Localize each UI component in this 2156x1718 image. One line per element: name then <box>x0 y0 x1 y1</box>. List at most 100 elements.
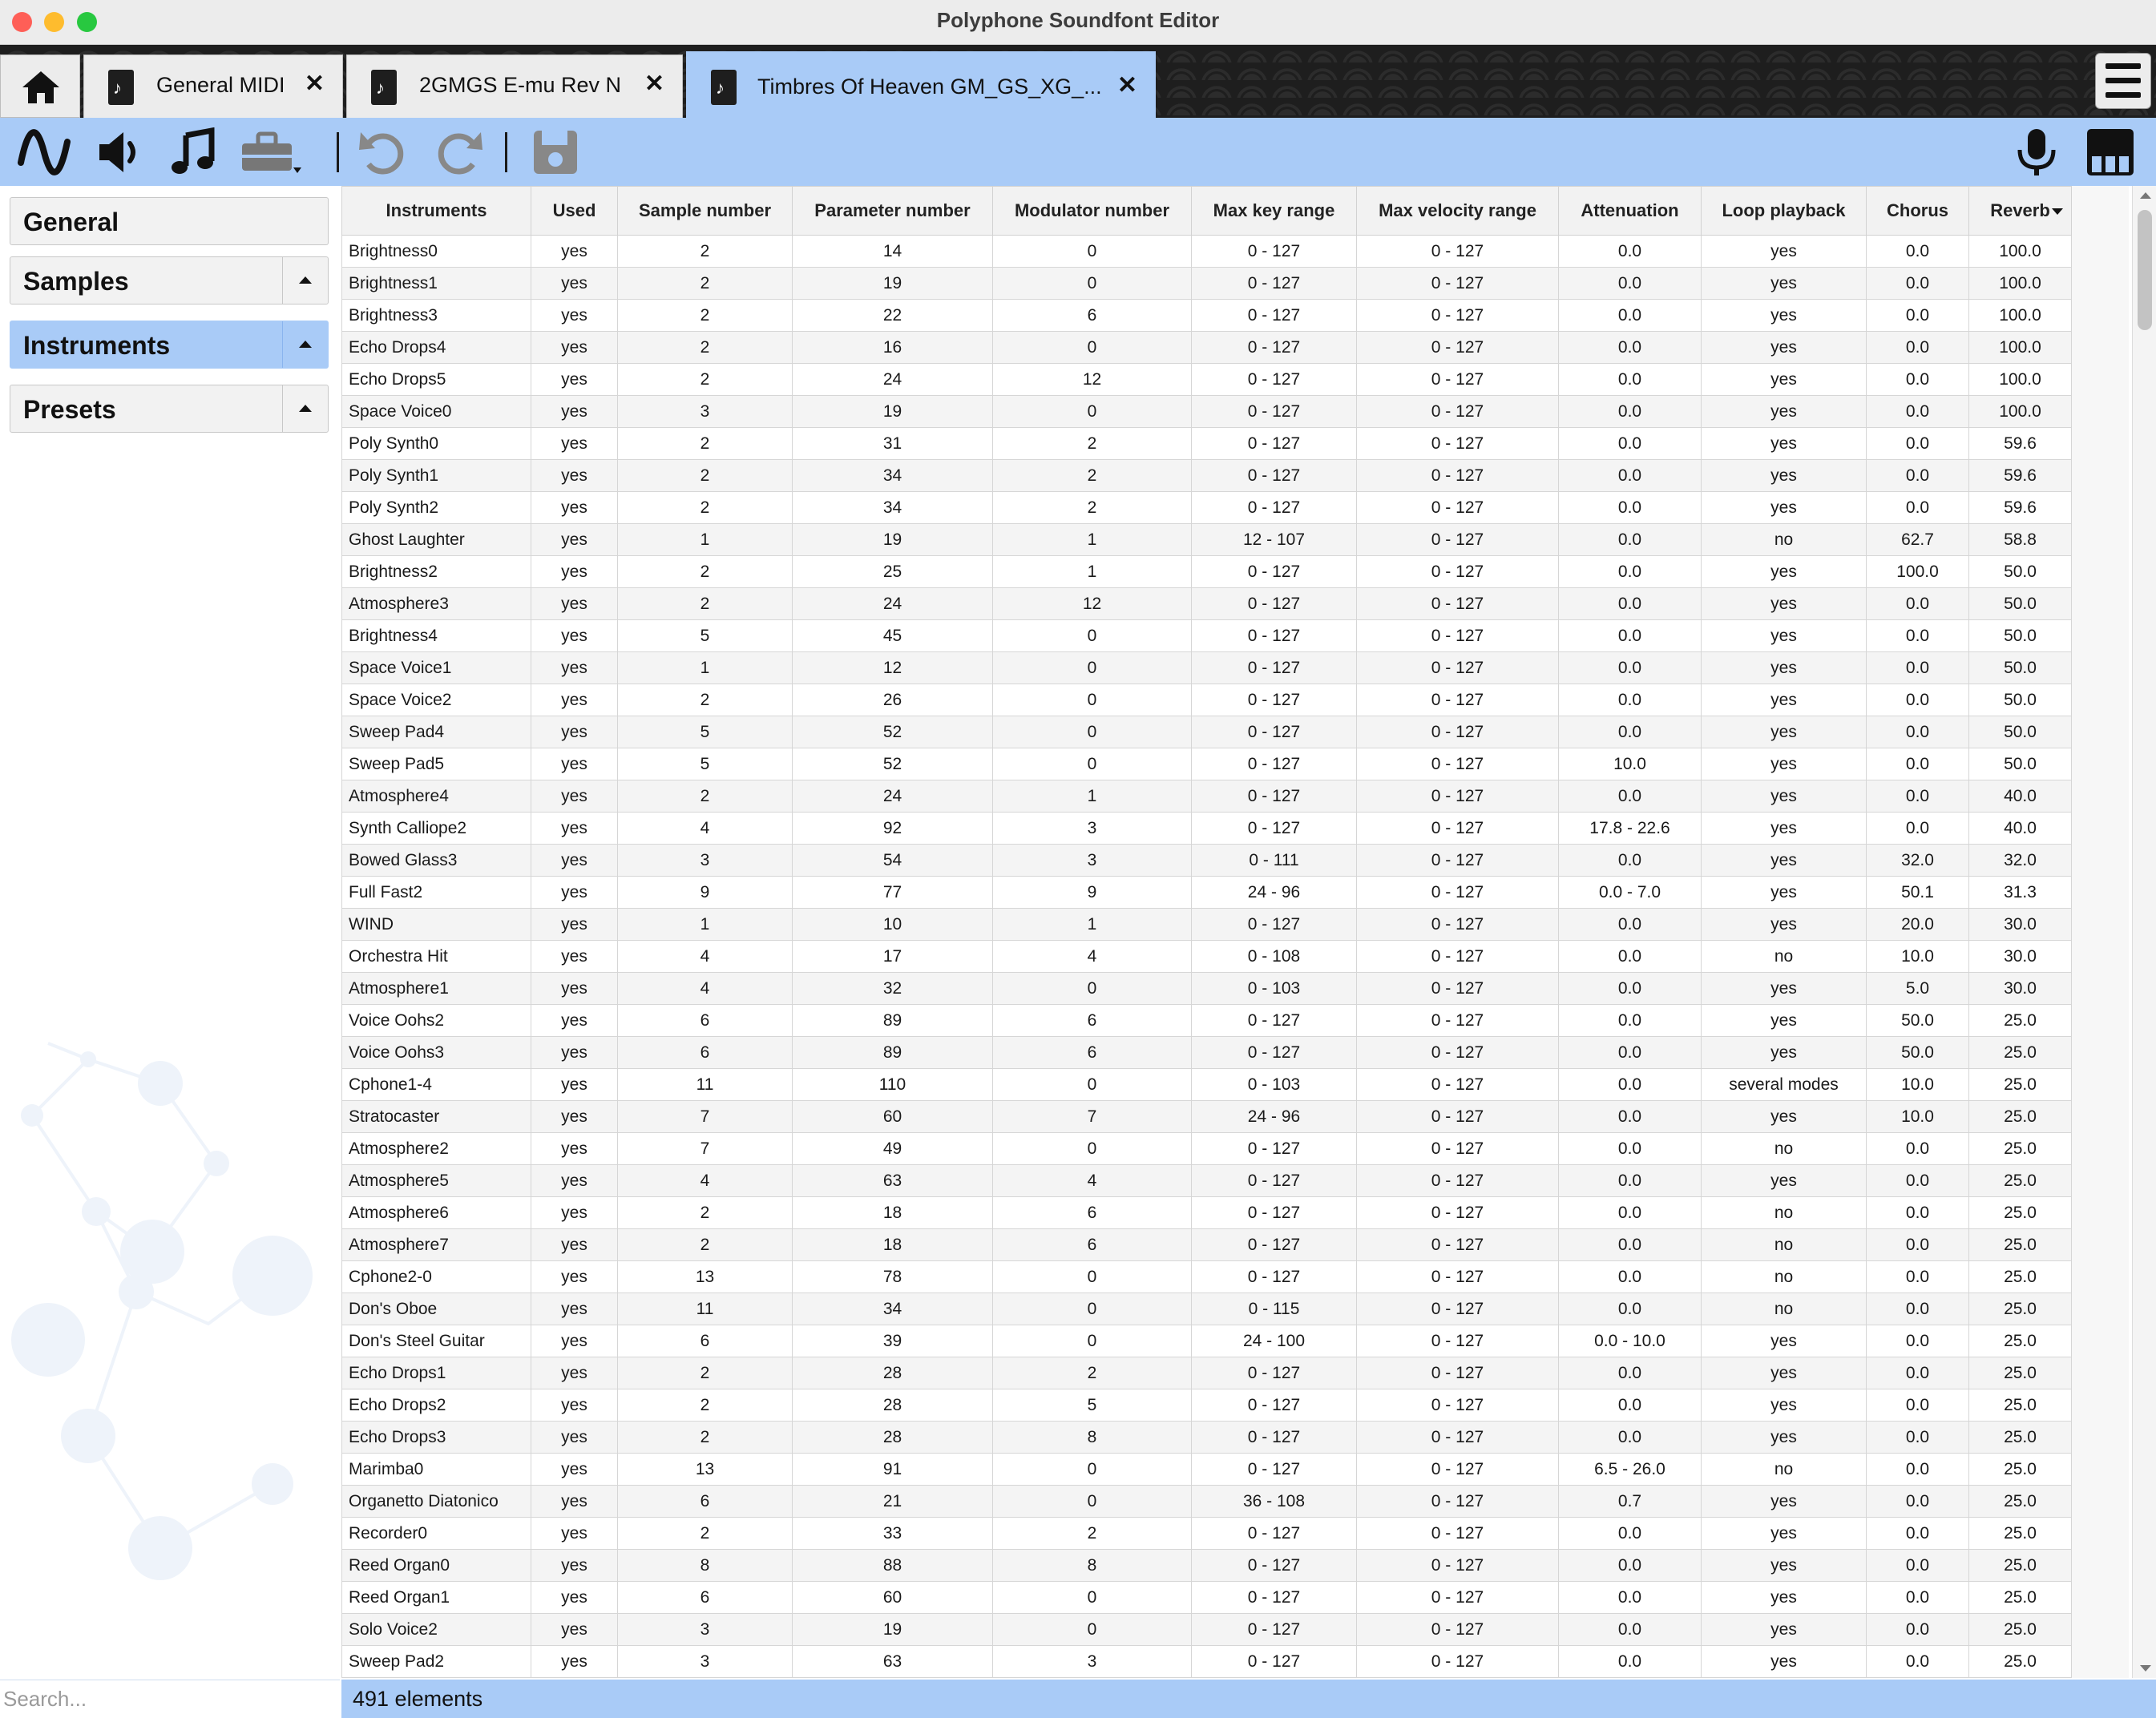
table-cell[interactable]: yes <box>531 1485 618 1518</box>
table-row[interactable]: Brightness1 yes 2 19 0 0 - 127 0 - 127 0.0 yes 0.… <box>341 267 2072 300</box>
table-cell[interactable]: 2 <box>617 587 793 620</box>
table-cell[interactable]: 0.0 <box>1558 780 1702 813</box>
table-cell[interactable]: yes <box>531 1164 618 1197</box>
table-cell[interactable]: 5 <box>617 748 793 780</box>
table-cell[interactable]: 2 <box>992 459 1192 492</box>
table-cell[interactable]: 0 - 127 <box>1356 1228 1559 1261</box>
table-cell[interactable]: yes <box>1701 331 1867 364</box>
table-cell[interactable]: 0 <box>992 1068 1192 1101</box>
table-cell[interactable]: several modes <box>1701 1068 1867 1101</box>
table-cell[interactable]: 31 <box>792 427 993 460</box>
table-cell[interactable]: 4 <box>617 940 793 973</box>
table-cell[interactable]: yes <box>531 1325 618 1357</box>
table-cell[interactable]: 40.0 <box>1968 780 2072 813</box>
instrument-name-cell[interactable]: Stratocaster <box>341 1100 531 1133</box>
table-cell[interactable]: 0.0 <box>1558 1645 1702 1678</box>
table-cell[interactable]: 31.3 <box>1968 876 2072 909</box>
table-cell[interactable]: 0 <box>992 331 1192 364</box>
table-cell[interactable]: yes <box>1701 363 1867 396</box>
table-cell[interactable]: yes <box>531 587 618 620</box>
table-cell[interactable]: 0 <box>992 972 1192 1005</box>
table-cell[interactable]: 0 <box>992 1132 1192 1165</box>
table-cell[interactable]: 0 <box>992 1613 1192 1646</box>
table-cell[interactable]: 0.0 <box>1558 587 1702 620</box>
table-cell[interactable]: yes <box>531 844 618 877</box>
table-cell[interactable]: 0.0 <box>1558 1357 1702 1389</box>
table-cell[interactable]: 0 <box>992 1485 1192 1518</box>
table-cell[interactable]: 4 <box>617 972 793 1005</box>
table-cell[interactable]: yes <box>1701 1581 1867 1614</box>
instrument-name-cell[interactable]: Echo Drops1 <box>341 1357 531 1389</box>
table-cell[interactable]: yes <box>531 1260 618 1293</box>
table-cell[interactable]: yes <box>531 1100 618 1133</box>
table-cell[interactable]: 0 - 127 <box>1191 363 1357 396</box>
table-cell[interactable]: 1 <box>992 780 1192 813</box>
table-cell[interactable]: 0.7 <box>1558 1485 1702 1518</box>
instrument-name-cell[interactable]: Atmosphere4 <box>341 780 531 813</box>
table-cell[interactable]: 24 <box>792 587 993 620</box>
table-cell[interactable]: 0 - 127 <box>1356 1260 1559 1293</box>
table-cell[interactable]: 39 <box>792 1325 993 1357</box>
table-cell[interactable]: 0.0 <box>1558 1293 1702 1325</box>
table-cell[interactable]: 0.0 <box>1866 684 1969 716</box>
table-cell[interactable]: 0 - 127 <box>1191 555 1357 588</box>
table-cell[interactable]: 24 - 96 <box>1191 876 1357 909</box>
table-cell[interactable]: 100.0 <box>1968 395 2072 428</box>
table-cell[interactable]: 0 <box>992 267 1192 300</box>
table-cell[interactable]: 0.0 <box>1558 523 1702 556</box>
table-cell[interactable]: yes <box>531 299 618 332</box>
collapse-arrow-icon[interactable] <box>282 385 328 432</box>
table-cell[interactable]: 1 <box>617 651 793 684</box>
table-cell[interactable]: 3 <box>992 844 1192 877</box>
table-cell[interactable]: no <box>1701 1453 1867 1486</box>
table-cell[interactable]: 50.0 <box>1968 651 2072 684</box>
table-cell[interactable]: 0.0 <box>1558 555 1702 588</box>
table-cell[interactable]: 0 - 127 <box>1356 844 1559 877</box>
table-row[interactable]: Brightness2 yes 2 25 1 0 - 127 0 - 127 0.0 yes 10… <box>341 555 2072 588</box>
table-cell[interactable]: 0 - 127 <box>1356 716 1559 748</box>
table-cell[interactable]: 2 <box>617 1517 793 1550</box>
table-cell[interactable]: 49 <box>792 1132 993 1165</box>
tab-close-button[interactable]: ✕ <box>305 70 325 98</box>
table-cell[interactable]: 0.0 <box>1558 844 1702 877</box>
table-cell[interactable]: 0.0 <box>1866 1549 1969 1582</box>
table-cell[interactable]: 0 - 127 <box>1356 1453 1559 1486</box>
table-cell[interactable]: yes <box>531 716 618 748</box>
table-row[interactable]: Marimba0 yes 13 91 0 0 - 127 0 - 127 6.5 - 26.0… <box>341 1453 2072 1486</box>
table-cell[interactable]: 0 - 127 <box>1191 1453 1357 1486</box>
table-cell[interactable]: 25.0 <box>1968 1260 2072 1293</box>
instrument-name-cell[interactable]: Atmosphere7 <box>341 1228 531 1261</box>
table-cell[interactable]: 0 - 127 <box>1356 1613 1559 1646</box>
table-cell[interactable]: yes <box>1701 1325 1867 1357</box>
table-cell[interactable]: 25.0 <box>1968 1421 2072 1454</box>
instrument-name-cell[interactable]: Brightness1 <box>341 267 531 300</box>
table-cell[interactable]: 0 - 127 <box>1356 748 1559 780</box>
table-cell[interactable]: 0.0 <box>1558 1421 1702 1454</box>
table-cell[interactable]: 0.0 <box>1866 363 1969 396</box>
table-cell[interactable]: 0.0 <box>1866 1196 1969 1229</box>
table-cell[interactable]: 0 - 127 <box>1356 812 1559 845</box>
table-cell[interactable]: 24 - 96 <box>1191 1100 1357 1133</box>
table-cell[interactable]: 6 <box>992 1004 1192 1037</box>
instrument-name-cell[interactable]: Voice Oohs3 <box>341 1036 531 1069</box>
table-cell[interactable]: 10.0 <box>1866 1068 1969 1101</box>
table-row[interactable]: Don's Oboe yes 11 34 0 0 - 115 0 - 127 0.0 no 0.0… <box>341 1293 2072 1325</box>
table-cell[interactable]: 20.0 <box>1866 908 1969 941</box>
table-cell[interactable]: 0.0 <box>1558 1164 1702 1197</box>
table-cell[interactable]: 12 <box>992 363 1192 396</box>
scroll-up-arrow-icon[interactable] <box>2140 192 2151 199</box>
table-cell[interactable]: 0 - 127 <box>1356 1293 1559 1325</box>
table-cell[interactable]: 25.0 <box>1968 1485 2072 1518</box>
table-cell[interactable]: 0.0 <box>1866 459 1969 492</box>
table-cell[interactable]: yes <box>1701 587 1867 620</box>
table-cell[interactable]: 3 <box>617 844 793 877</box>
table-row[interactable]: Brightness4 yes 5 45 0 0 - 127 0 - 127 0.0 yes 0.… <box>341 619 2072 652</box>
table-cell[interactable]: 59.6 <box>1968 427 2072 460</box>
table-cell[interactable]: 50.0 <box>1968 555 2072 588</box>
table-cell[interactable]: yes <box>1701 1036 1867 1069</box>
table-cell[interactable]: 22 <box>792 299 993 332</box>
scrollbar-thumb[interactable] <box>2138 210 2152 330</box>
table-cell[interactable]: 26 <box>792 684 993 716</box>
table-cell[interactable]: 25.0 <box>1968 1517 2072 1550</box>
table-cell[interactable]: 0.0 <box>1558 972 1702 1005</box>
